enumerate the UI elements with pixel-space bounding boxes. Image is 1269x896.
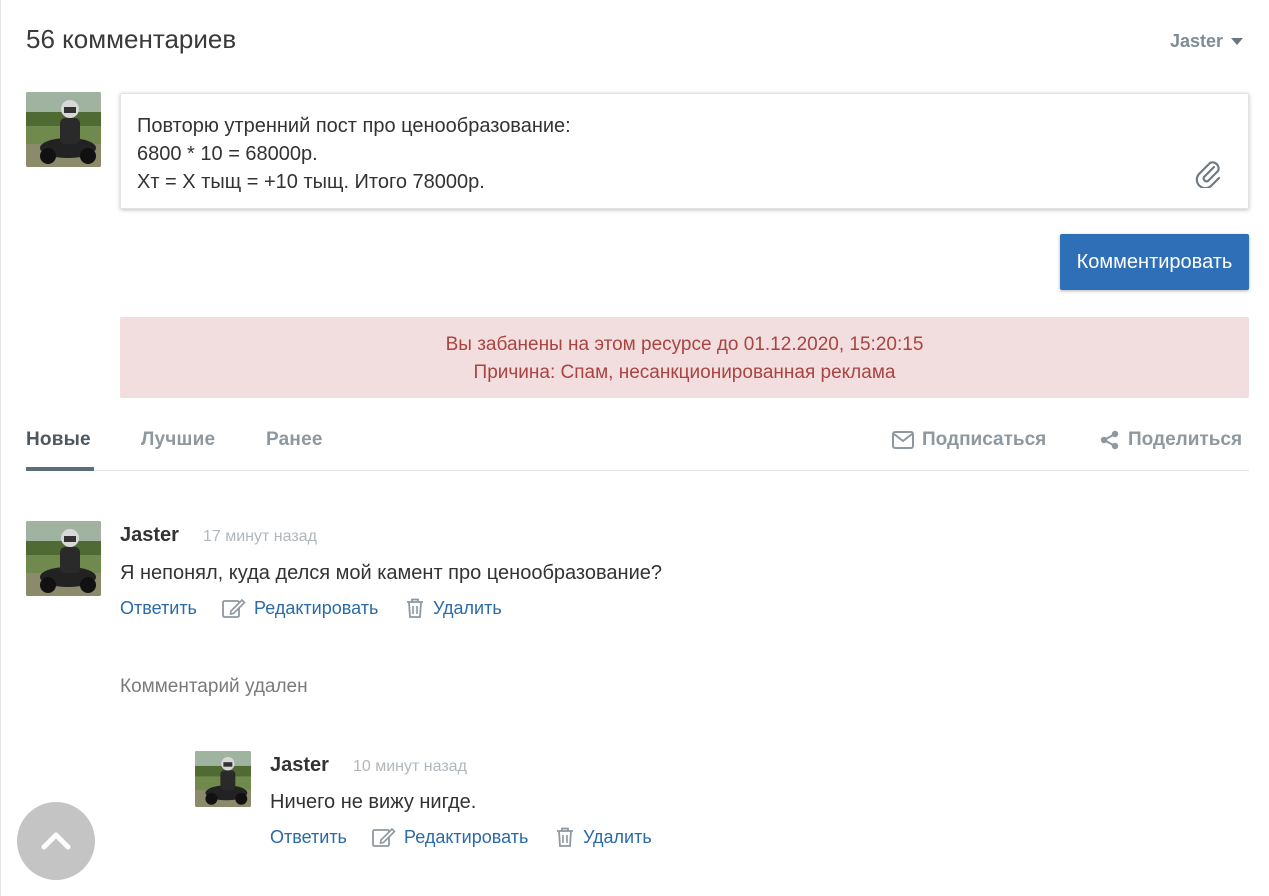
- caret-down-icon: [1231, 38, 1243, 45]
- delete-button[interactable]: Удалить: [405, 597, 502, 619]
- delete-label: Удалить: [583, 826, 652, 847]
- comment-text: Я непонял, куда делся мой камент про цен…: [120, 562, 662, 584]
- trash-icon: [557, 827, 573, 847]
- envelope-icon: [892, 431, 914, 449]
- scroll-to-top-button[interactable]: [17, 802, 95, 880]
- avatar: [26, 92, 101, 167]
- delete-label: Удалить: [433, 597, 502, 618]
- comment-author[interactable]: Jaster: [270, 754, 329, 777]
- user-name: Jaster: [1169, 31, 1223, 51]
- active-tab-indicator: [26, 467, 94, 471]
- tab-new[interactable]: Новые: [26, 429, 91, 451]
- edit-label: Редактировать: [254, 597, 379, 618]
- comment-textarea[interactable]: Повторю утренний пост про ценообразовани…: [120, 93, 1249, 209]
- edit-label: Редактировать: [404, 826, 529, 847]
- share-icon: [1100, 430, 1119, 450]
- share-button[interactable]: Поделиться: [1100, 429, 1242, 451]
- comment-time[interactable]: 17 минут назад: [203, 528, 317, 546]
- edit-icon: [222, 598, 246, 618]
- comment-count: 56 комментариев: [26, 24, 237, 54]
- ban-reason: Причина: Спам, несанкционированная рекла…: [473, 362, 896, 383]
- tab-best[interactable]: Лучшие: [141, 429, 215, 451]
- ban-message: Вы забанены на этом ресурсе до 01.12.202…: [445, 334, 924, 355]
- sort-tabs: Новые Лучшие Ранее Подписаться Поделитьс…: [26, 418, 1249, 471]
- comment-avatar[interactable]: [26, 521, 101, 596]
- comment-avatar[interactable]: [195, 751, 251, 807]
- comment-text: Ничего не вижу нигде.: [270, 791, 477, 813]
- paperclip-icon[interactable]: [1194, 158, 1222, 188]
- comment-author[interactable]: Jaster: [120, 524, 179, 547]
- reply-button[interactable]: Ответить: [270, 827, 347, 848]
- edit-button[interactable]: Редактировать: [372, 826, 528, 848]
- chevron-up-icon: [41, 832, 71, 850]
- comment-time[interactable]: 10 минут назад: [353, 758, 467, 776]
- trash-icon: [407, 598, 423, 618]
- share-label: Поделиться: [1128, 429, 1243, 450]
- ban-alert: Вы забанены на этом ресурсе до 01.12.202…: [120, 317, 1249, 398]
- comment-textarea-text: Повторю утренний пост про ценообразовани…: [137, 115, 571, 193]
- reply-label: Ответить: [120, 598, 197, 618]
- edit-button[interactable]: Редактировать: [222, 597, 378, 619]
- user-menu[interactable]: Jaster: [1170, 31, 1243, 52]
- reply-button[interactable]: Ответить: [120, 598, 197, 619]
- tab-earlier[interactable]: Ранее: [266, 429, 323, 451]
- subscribe-button[interactable]: Подписаться: [892, 429, 1046, 451]
- submit-comment-button[interactable]: Комментировать: [1060, 234, 1249, 290]
- subscribe-label: Подписаться: [922, 429, 1047, 450]
- edit-icon: [372, 827, 396, 847]
- delete-button[interactable]: Удалить: [555, 826, 652, 848]
- page-left-border: [0, 0, 1, 896]
- deleted-comment-note: Комментарий удален: [120, 676, 308, 697]
- reply-label: Ответить: [270, 827, 347, 847]
